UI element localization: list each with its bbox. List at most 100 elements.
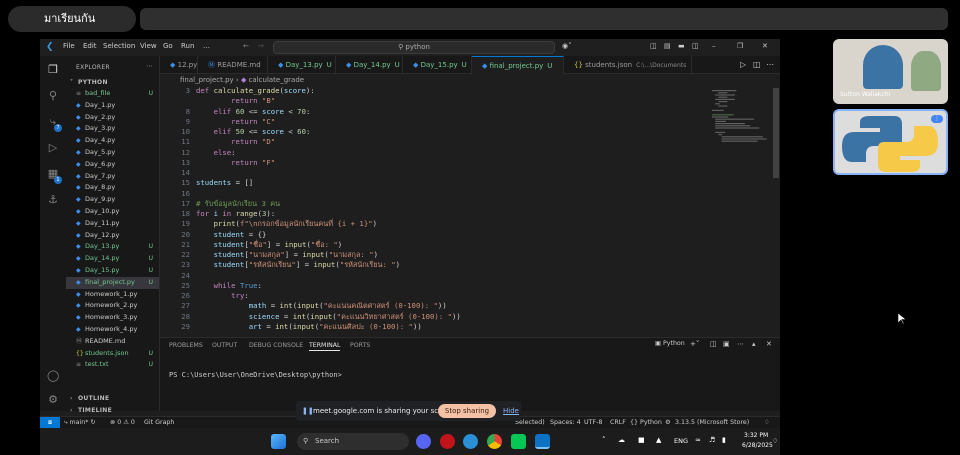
timeline-section[interactable]: TIMELINE <box>78 407 112 414</box>
panel-tab-terminal[interactable]: TERMINAL <box>309 342 341 351</box>
tab-day-14-py[interactable]: ◆ Day_14.py U <box>336 56 403 74</box>
menu-view[interactable]: View <box>140 42 157 50</box>
file-item[interactable]: Ⓜ README.md <box>66 336 159 348</box>
interpreter-status[interactable]: 3.13.5 (Microsoft Store) <box>675 417 749 428</box>
notification-bell-icon[interactable]: ♢ <box>772 437 778 445</box>
code-line[interactable]: 23 student["รหัสนักเรียน"] = input("รหัส… <box>160 260 720 270</box>
run-icon[interactable]: ▷ <box>740 60 746 69</box>
clock-date[interactable]: 6/28/2025 <box>742 442 773 449</box>
menu-file[interactable]: File <box>63 42 75 50</box>
file-item[interactable]: ◆ Day_2.py <box>66 112 159 124</box>
panel-tab-output[interactable]: OUTPUT <box>212 342 237 349</box>
tab-students-json[interactable]: {} students.json C:\...\Documents <box>564 56 692 74</box>
file-item[interactable]: ◆ Day_5.py <box>66 147 159 159</box>
chevron-down-icon[interactable]: ˅ <box>70 79 73 86</box>
code-editor[interactable]: 3 def calculate_grade(score): return "B" 8… <box>160 86 780 337</box>
file-item[interactable]: {} students.json U <box>66 348 159 360</box>
tab-readme-md[interactable]: Ⓜ README.md <box>198 56 268 74</box>
eol-status[interactable]: CRLF <box>610 417 626 428</box>
outline-section[interactable]: OUTLINE <box>78 395 109 402</box>
file-item[interactable]: ◆ Day_13.py U <box>66 241 159 253</box>
chevron-right-icon[interactable]: › <box>70 395 73 402</box>
chevron-right-icon[interactable]: › <box>70 407 73 414</box>
file-item[interactable]: ≡ test.txt U <box>66 359 159 371</box>
menu-more[interactable]: … <box>203 42 210 50</box>
file-item[interactable]: ◆ Day_12.py <box>66 230 159 242</box>
more-actions-icon[interactable]: ⋯ <box>766 60 774 69</box>
code-line[interactable]: 11 return "D" <box>160 137 720 147</box>
back-arrow-icon[interactable]: ← <box>243 42 249 50</box>
code-line[interactable]: 28 science = int(input("คะแนนวิทยาศาสตร์… <box>160 312 720 322</box>
problems-status[interactable]: ⊗ 0 ⚠ 0 <box>110 417 135 428</box>
menu-run[interactable]: Run <box>181 42 194 50</box>
file-item[interactable]: ◆ Homework_1.py <box>66 289 159 301</box>
code-line[interactable]: 8 elif 60 <= score < 70: <box>160 107 720 117</box>
code-line[interactable]: 13 return "F" <box>160 158 720 168</box>
file-item[interactable]: ◆ Day_8.py <box>66 182 159 194</box>
tab-day-13-py[interactable]: ◆ Day_13.py U <box>268 56 336 74</box>
code-line[interactable]: 16 <box>160 189 720 199</box>
taskbar-search[interactable]: ⚲ Search <box>297 433 409 450</box>
file-item[interactable]: ◆ Homework_4.py <box>66 324 159 336</box>
remote-indicator-icon[interactable]: ⧇ <box>40 417 60 428</box>
split-editor-icon[interactable]: ◫ <box>753 60 761 69</box>
account-icon[interactable]: ◯ <box>47 370 59 382</box>
encoding-status[interactable]: UTF-8 <box>584 417 602 428</box>
file-item[interactable]: ◆ Day_1.py <box>66 100 159 112</box>
code-line[interactable]: 9 return "C" <box>160 117 720 127</box>
file-item[interactable]: ≡ bad_file U <box>66 88 159 100</box>
participant-tile[interactable]: Sutton Wallakchi <box>833 39 948 104</box>
file-item[interactable]: ◆ Day_14.py U <box>66 253 159 265</box>
tray-app-icon[interactable]: ☁ <box>618 436 625 444</box>
file-item[interactable]: ◆ Day_11.py <box>66 218 159 230</box>
file-item[interactable]: ◆ Day_3.py <box>66 123 159 135</box>
discord-icon[interactable] <box>416 434 431 449</box>
tray-app-icon[interactable]: ▲ <box>656 436 661 444</box>
code-line[interactable]: 20 student = {} <box>160 230 720 240</box>
code-line[interactable]: 15 students = [] <box>160 178 720 188</box>
tab-12-py[interactable]: ◆ 12.py <box>160 56 198 74</box>
hide-button[interactable]: Hide <box>503 401 519 421</box>
forward-arrow-icon[interactable]: → <box>258 42 264 50</box>
panel-tab-problems[interactable]: PROBLEMS <box>169 342 203 349</box>
breadcrumb-symbol[interactable]: calculate_grade <box>249 76 305 84</box>
indent-status[interactable]: Spaces: 4 <box>550 417 581 428</box>
vscode-taskbar-icon[interactable] <box>535 434 550 449</box>
breadcrumb-file[interactable]: final_project.py <box>180 76 234 84</box>
folder-python[interactable]: PYTHON <box>78 79 108 86</box>
layout-secondary-icon[interactable]: ◫ <box>692 42 699 50</box>
panel-tab-debug-console[interactable]: DEBUG CONSOLE <box>249 342 303 349</box>
branch-status[interactable]: ⤷ main* ↻ <box>64 417 96 428</box>
menu-edit[interactable]: Edit <box>83 42 97 50</box>
language-indicator[interactable]: ENG <box>674 437 688 445</box>
code-line[interactable]: 21 student["ชื่อ"] = input("ชื่อ: ") <box>160 240 720 250</box>
file-item[interactable]: ◆ Day_7.py <box>66 171 159 183</box>
file-item[interactable]: ◆ Day_10.py <box>66 206 159 218</box>
code-line[interactable]: 3 def calculate_grade(score): <box>160 86 720 96</box>
search-icon[interactable]: ⚲ <box>47 90 59 102</box>
git-graph-status[interactable]: Git Graph <box>144 417 174 428</box>
more-actions-icon[interactable]: ⋯ <box>146 62 153 70</box>
battery-icon[interactable]: ▮ <box>722 436 726 444</box>
code-line[interactable]: return "B" <box>160 96 720 106</box>
code-line[interactable]: 27 math = int(input("คะแนนคณิตศาสตร์ (0-… <box>160 301 720 311</box>
file-item[interactable]: ◆ Homework_3.py <box>66 312 159 324</box>
code-line[interactable]: 14 <box>160 168 720 178</box>
code-line[interactable]: 25 while True: <box>160 281 720 291</box>
file-item[interactable]: ◆ Day_6.py <box>66 159 159 171</box>
editor-scrollbar[interactable] <box>773 88 779 178</box>
maximize-icon[interactable]: ❐ <box>737 42 743 50</box>
line-icon[interactable] <box>511 434 526 449</box>
opera-icon[interactable] <box>440 434 455 449</box>
participant-tile-active[interactable]: ⋮ <box>833 109 948 175</box>
trash-icon[interactable]: ▣ <box>723 340 730 348</box>
code-line[interactable]: 29 art = int(input("คะแนนศิลปะ (0-100): … <box>160 322 720 332</box>
code-line[interactable]: 24 <box>160 271 720 281</box>
code-line[interactable]: 22 student["นามสกุล"] = input("นามสกุล: … <box>160 250 720 260</box>
menu-go[interactable]: Go <box>163 42 173 50</box>
explorer-icon[interactable]: ❐ <box>47 64 59 76</box>
testing-icon[interactable]: ⚓ <box>47 194 59 206</box>
code-line[interactable]: 19 print(f"\nกรอกข้อมูลนักเรียนคนที่ {i … <box>160 219 720 229</box>
command-center-search[interactable]: ⚲ python <box>273 41 555 54</box>
split-terminal-icon[interactable]: ◫ <box>710 340 717 348</box>
